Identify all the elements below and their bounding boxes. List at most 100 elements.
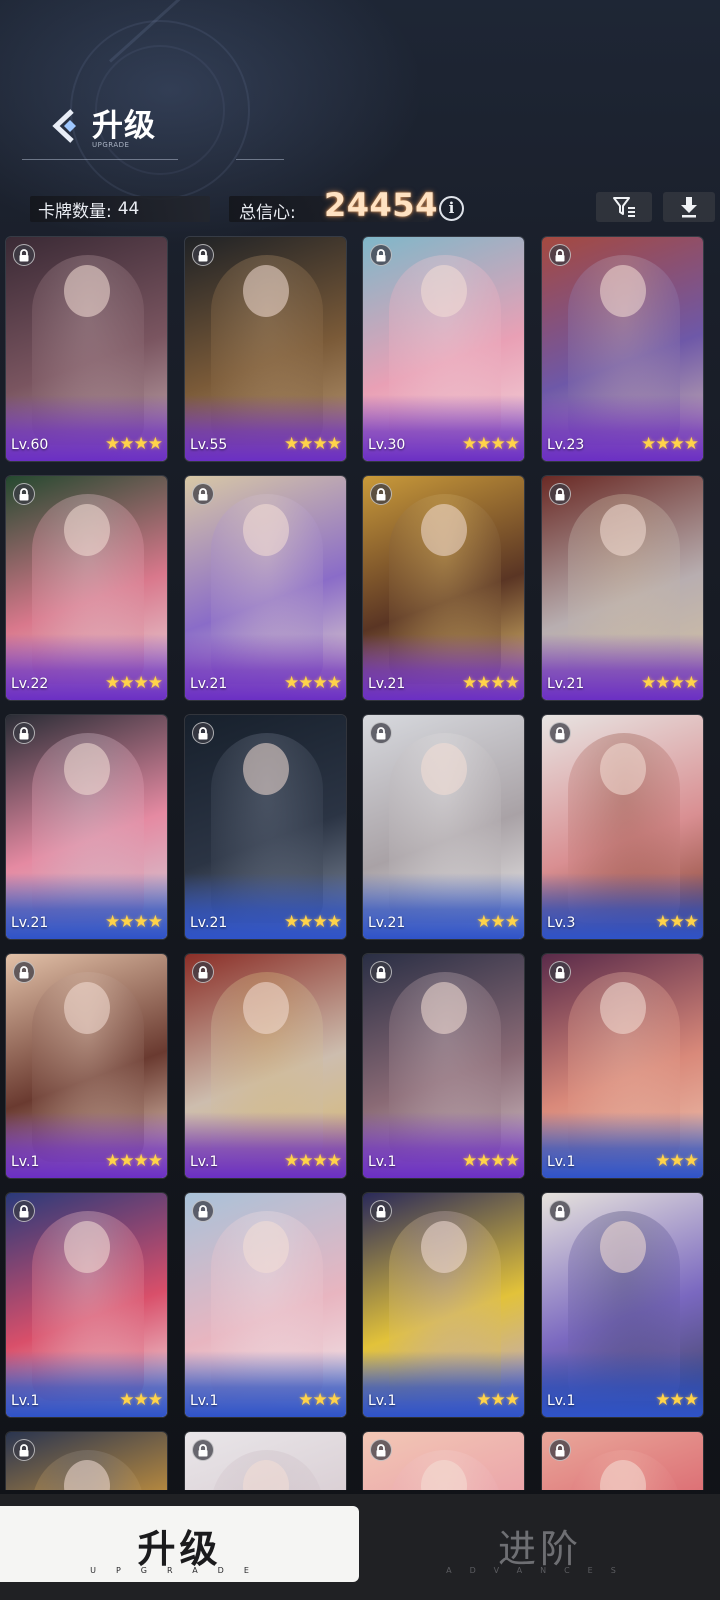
card-character-face <box>64 1221 110 1273</box>
lock-icon[interactable] <box>370 961 392 983</box>
card-star-rating: ★★★ <box>655 1390 699 1410</box>
card-character-face <box>600 982 646 1034</box>
character-card[interactable]: Lv.1 ★★★★ <box>5 953 168 1179</box>
card-character-face <box>600 504 646 556</box>
card-star-rating: ★★★ <box>476 912 520 932</box>
lock-icon[interactable] <box>370 244 392 266</box>
lock-icon[interactable] <box>549 961 571 983</box>
tab-upgrade[interactable]: 升级 UPGRADE <box>0 1506 359 1582</box>
card-character-face <box>421 504 467 556</box>
character-card[interactable]: Lv.55 ★★★★ <box>184 236 347 462</box>
card-character-face <box>421 1221 467 1273</box>
character-card[interactable] <box>541 1431 704 1490</box>
lock-icon[interactable] <box>192 1200 214 1222</box>
back-button[interactable] <box>50 108 84 144</box>
card-star-rating: ★★★★ <box>284 673 342 693</box>
header-divider <box>22 159 178 160</box>
lock-icon[interactable] <box>549 483 571 505</box>
lock-icon[interactable] <box>13 1200 35 1222</box>
lock-icon[interactable] <box>192 961 214 983</box>
card-character-face <box>243 504 289 556</box>
info-icon[interactable]: i <box>439 196 464 221</box>
confidence-value: 24454 <box>324 186 438 224</box>
character-card[interactable]: Lv.22 ★★★★ <box>5 475 168 701</box>
tab-advance[interactable]: 进阶 ADVANCES <box>360 1506 720 1582</box>
card-character-face <box>243 982 289 1034</box>
character-card[interactable]: Lv.21 ★★★★ <box>184 714 347 940</box>
lock-icon[interactable] <box>549 244 571 266</box>
card-star-rating: ★★★★ <box>462 673 520 693</box>
card-count-display: 卡牌数量: 44 <box>30 196 210 222</box>
character-card[interactable]: Lv.3 ★★★ <box>541 714 704 940</box>
character-card[interactable]: Lv.30 ★★★★ <box>362 236 525 462</box>
card-level: Lv.21 <box>190 915 228 931</box>
character-card[interactable]: Lv.21 ★★★★ <box>541 475 704 701</box>
character-card[interactable] <box>362 1431 525 1490</box>
lock-icon[interactable] <box>13 722 35 744</box>
card-level: Lv.1 <box>190 1393 219 1409</box>
character-card[interactable] <box>184 1431 347 1490</box>
filter-icon <box>613 197 635 217</box>
lock-icon[interactable] <box>192 244 214 266</box>
tab-upgrade-label: 升级 <box>137 1527 222 1571</box>
lock-icon[interactable] <box>192 483 214 505</box>
lock-icon[interactable] <box>192 722 214 744</box>
lock-icon[interactable] <box>192 1439 214 1461</box>
card-level: Lv.1 <box>547 1154 576 1170</box>
card-star-rating: ★★★★ <box>641 673 699 693</box>
card-character-face <box>243 1221 289 1273</box>
card-level: Lv.1 <box>547 1393 576 1409</box>
character-card[interactable]: Lv.21 ★★★★ <box>362 475 525 701</box>
character-card[interactable]: Lv.1 ★★★ <box>541 1192 704 1418</box>
filter-button[interactable] <box>596 192 652 222</box>
lock-icon[interactable] <box>370 1200 392 1222</box>
lock-icon[interactable] <box>549 1439 571 1461</box>
card-level: Lv.55 <box>190 437 228 453</box>
card-character-face <box>600 265 646 317</box>
character-card[interactable]: Lv.1 ★★★ <box>541 953 704 1179</box>
character-card[interactable]: Lv.1 ★★★★ <box>362 953 525 1179</box>
card-level: Lv.21 <box>11 915 49 931</box>
lock-icon[interactable] <box>549 722 571 744</box>
tab-advance-sublabel: ADVANCES <box>446 1566 634 1575</box>
lock-icon[interactable] <box>370 483 392 505</box>
card-level: Lv.3 <box>547 915 576 931</box>
character-card[interactable]: Lv.60 ★★★★ <box>5 236 168 462</box>
character-card[interactable]: Lv.23 ★★★★ <box>541 236 704 462</box>
page-subtitle: UPGRADE <box>92 141 130 149</box>
download-button[interactable] <box>663 192 715 222</box>
card-star-rating: ★★★★ <box>462 1151 520 1171</box>
lock-icon[interactable] <box>13 1439 35 1461</box>
lock-icon[interactable] <box>370 722 392 744</box>
lock-icon[interactable] <box>13 483 35 505</box>
lock-icon[interactable] <box>549 1200 571 1222</box>
card-character-face <box>421 982 467 1034</box>
card-count-label: 卡牌数量: <box>38 201 112 222</box>
character-card[interactable]: Lv.21 ★★★★ <box>5 714 168 940</box>
card-level: Lv.21 <box>368 676 406 692</box>
character-card[interactable]: Lv.1 ★★★ <box>362 1192 525 1418</box>
lock-icon[interactable] <box>13 961 35 983</box>
card-star-rating: ★★★★ <box>105 912 163 932</box>
card-character-face <box>421 265 467 317</box>
card-character-face <box>600 743 646 795</box>
lock-icon[interactable] <box>370 1439 392 1461</box>
card-character-face <box>243 743 289 795</box>
character-card[interactable]: Lv.1 ★★★ <box>184 1192 347 1418</box>
character-card[interactable]: Lv.21 ★★★★ <box>184 475 347 701</box>
card-character-face <box>243 265 289 317</box>
card-star-rating: ★★★★ <box>641 434 699 454</box>
lock-icon[interactable] <box>13 244 35 266</box>
character-card[interactable] <box>5 1431 168 1490</box>
card-character-face <box>600 1221 646 1273</box>
character-card[interactable]: Lv.1 ★★★★ <box>184 953 347 1179</box>
character-card[interactable]: Lv.1 ★★★ <box>5 1192 168 1418</box>
card-star-rating: ★★★ <box>298 1390 342 1410</box>
card-level: Lv.1 <box>11 1154 40 1170</box>
character-card[interactable]: Lv.21 ★★★ <box>362 714 525 940</box>
card-star-rating: ★★★★ <box>105 673 163 693</box>
card-star-rating: ★★★★ <box>462 434 520 454</box>
download-icon <box>681 197 697 218</box>
confidence-label: 总信心: <box>239 203 296 223</box>
card-star-rating: ★★★★ <box>284 912 342 932</box>
